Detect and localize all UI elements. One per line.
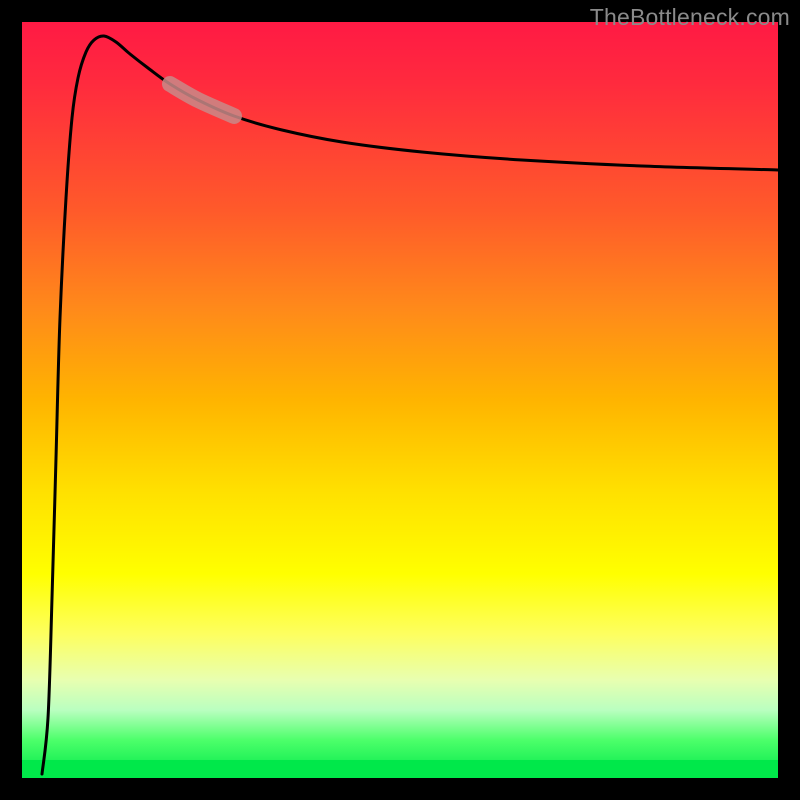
bottleneck-curve-path: [42, 36, 778, 774]
bottleneck-curve-svg: [22, 22, 778, 778]
bottleneck-curve-highlight: [170, 84, 234, 116]
watermark-text: TheBottleneck.com: [590, 4, 790, 31]
chart-container: TheBottleneck.com: [0, 0, 800, 800]
